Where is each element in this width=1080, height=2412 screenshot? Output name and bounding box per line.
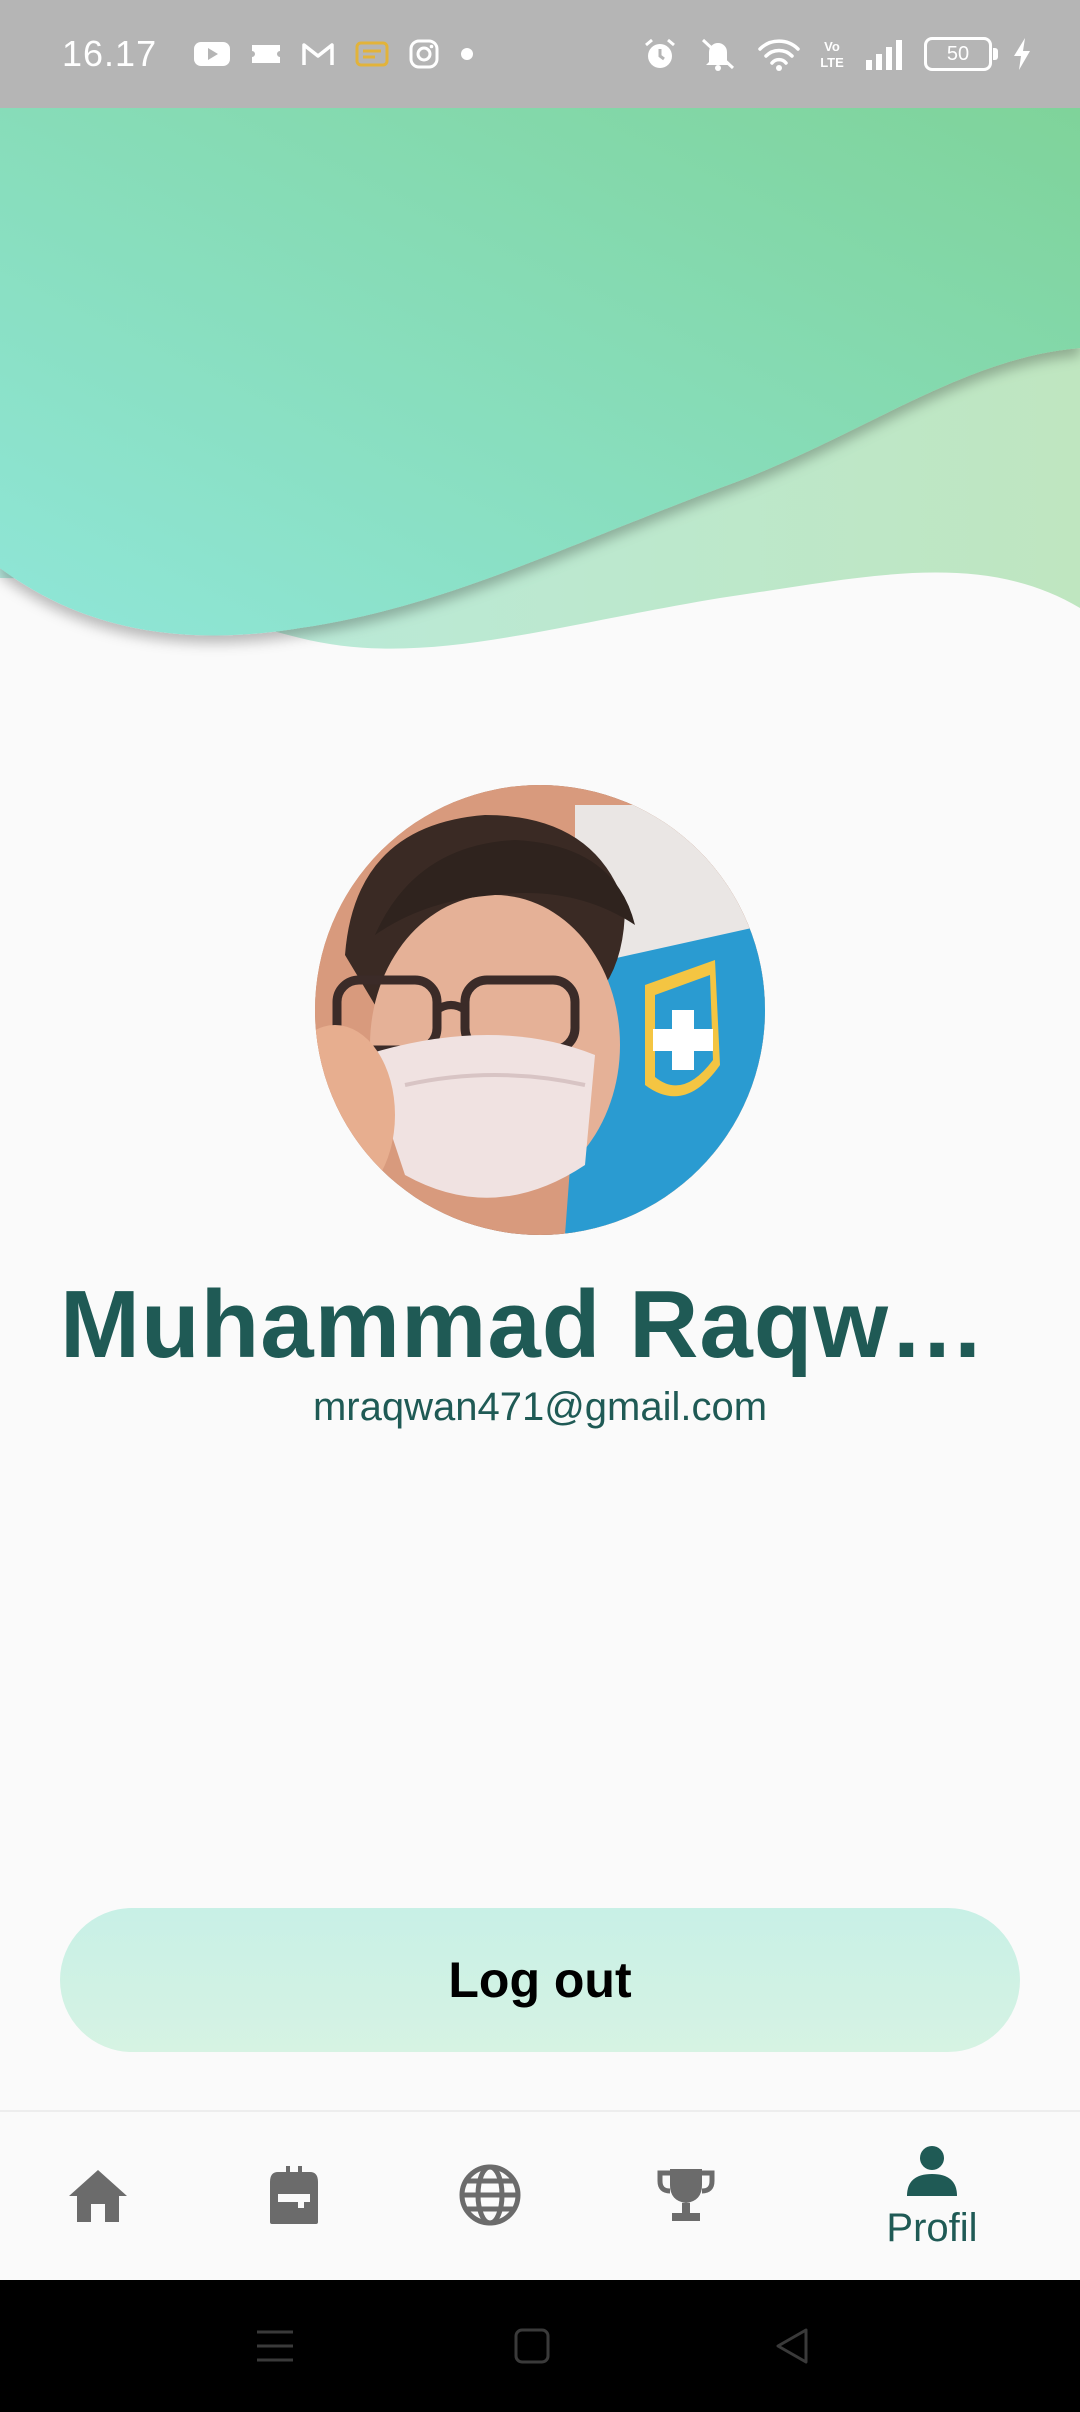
header-wave [0,108,1080,649]
dot-icon [459,46,475,62]
status-left: 16.17 [62,33,475,75]
nav-item-trophy[interactable] [588,2112,784,2282]
globe-icon [458,2163,522,2231]
youtube-icon [193,40,231,68]
nav-item-globe[interactable] [392,2112,588,2282]
person-icon [905,2144,959,2202]
ticket-icon [251,42,281,66]
profile-email: mraqwan471@gmail.com [312,1385,768,1429]
home-square-icon[interactable] [502,2316,562,2376]
nav-item-backpack[interactable] [196,2112,392,2282]
status-time: 16.17 [62,33,158,74]
volte-icon: Vo LTE [820,37,844,71]
bottom-nav: Profil [0,2110,1080,2282]
instagram-icon [409,39,439,69]
battery-indicator: 50 [924,37,998,71]
gmail-icon [301,41,335,67]
trophy-icon [656,2165,716,2229]
profile-screen: 16.17 Vo LTE 50 Muhammad Raqwan… mraqwan… [0,0,1080,2412]
signal-icon [864,38,904,70]
alarm-icon [642,36,678,72]
backpack-icon [268,2164,320,2230]
app-icon [355,39,389,69]
wifi-icon [758,37,800,71]
mute-icon [698,36,738,72]
nav-item-home[interactable] [0,2112,196,2282]
menu-icon[interactable] [245,2316,305,2376]
profile-name: Muhammad Raqwan… [60,1271,1080,1378]
charging-icon [1012,37,1032,71]
status-right: Vo LTE 50 [642,36,1032,72]
svg-text:Vo: Vo [824,39,840,54]
svg-text:LTE: LTE [820,55,844,70]
system-nav-bar [0,2280,1080,2412]
logout-button[interactable]: Log out [60,1908,1020,2052]
nav-label-profil: Profil [886,2205,978,2250]
back-icon[interactable] [762,2316,822,2376]
status-bar: 16.17 Vo LTE 50 [0,0,1080,108]
nav-item-profil[interactable]: Profil [834,2112,1030,2282]
profile-avatar[interactable] [315,785,765,1235]
home-icon [67,2166,129,2228]
